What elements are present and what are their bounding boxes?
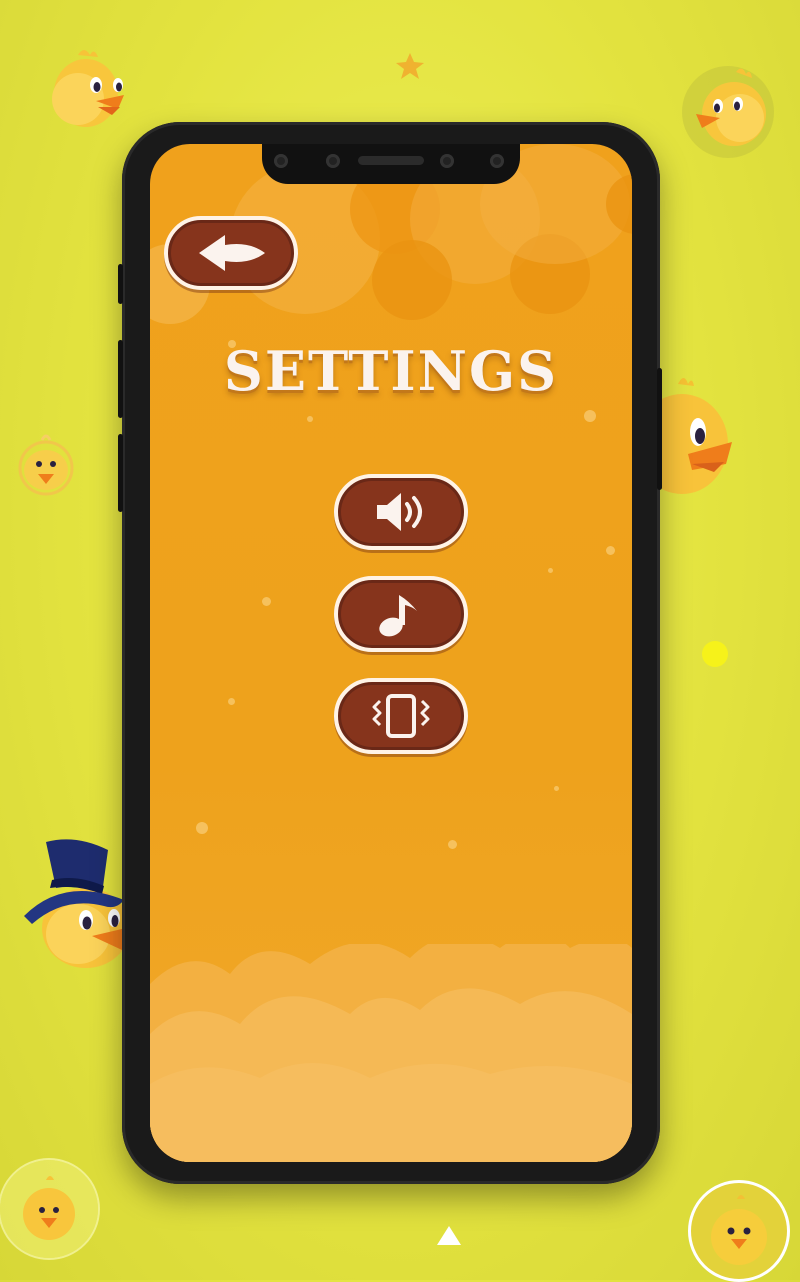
chick-icon	[18, 434, 74, 496]
vibration-toggle-button[interactable]	[334, 678, 468, 754]
phone-power-button	[657, 368, 662, 490]
home-chick-button[interactable]	[688, 1180, 790, 1282]
camera-icon	[326, 154, 340, 168]
game-screen: SETTINGS	[150, 144, 632, 1162]
vibrate-phone-icon	[372, 694, 430, 738]
chick-icon	[652, 378, 732, 494]
chick-icon	[23, 1176, 75, 1240]
music-note-icon	[379, 595, 417, 637]
star-icon	[396, 53, 424, 79]
chick-with-hat-icon	[24, 839, 126, 968]
back-arrow-icon	[199, 235, 265, 271]
chick-badge	[0, 1160, 98, 1258]
cloud-background	[150, 944, 632, 1162]
camera-icon	[274, 154, 288, 168]
chick-icon	[52, 50, 124, 127]
back-button[interactable]	[164, 216, 298, 290]
music-toggle-button[interactable]	[334, 576, 468, 652]
sensor-icon	[440, 154, 454, 168]
phone-notch	[262, 144, 520, 184]
page-title: SETTINGS	[223, 339, 559, 403]
speaker-icon	[377, 493, 422, 531]
yellow-dot	[702, 641, 728, 667]
chick-badge	[682, 66, 774, 158]
phone-volume-down	[118, 434, 123, 512]
sound-toggle-button[interactable]	[334, 474, 468, 550]
nav-up-arrow-icon[interactable]	[437, 1226, 461, 1245]
sensor-icon	[490, 154, 504, 168]
phone-volume-up	[118, 340, 123, 418]
chick-icon	[696, 68, 766, 146]
phone-mute-switch	[118, 264, 123, 304]
earpiece-speaker	[358, 156, 424, 165]
phone-frame: SETTINGS	[118, 122, 662, 1184]
chick-icon	[711, 1195, 767, 1265]
